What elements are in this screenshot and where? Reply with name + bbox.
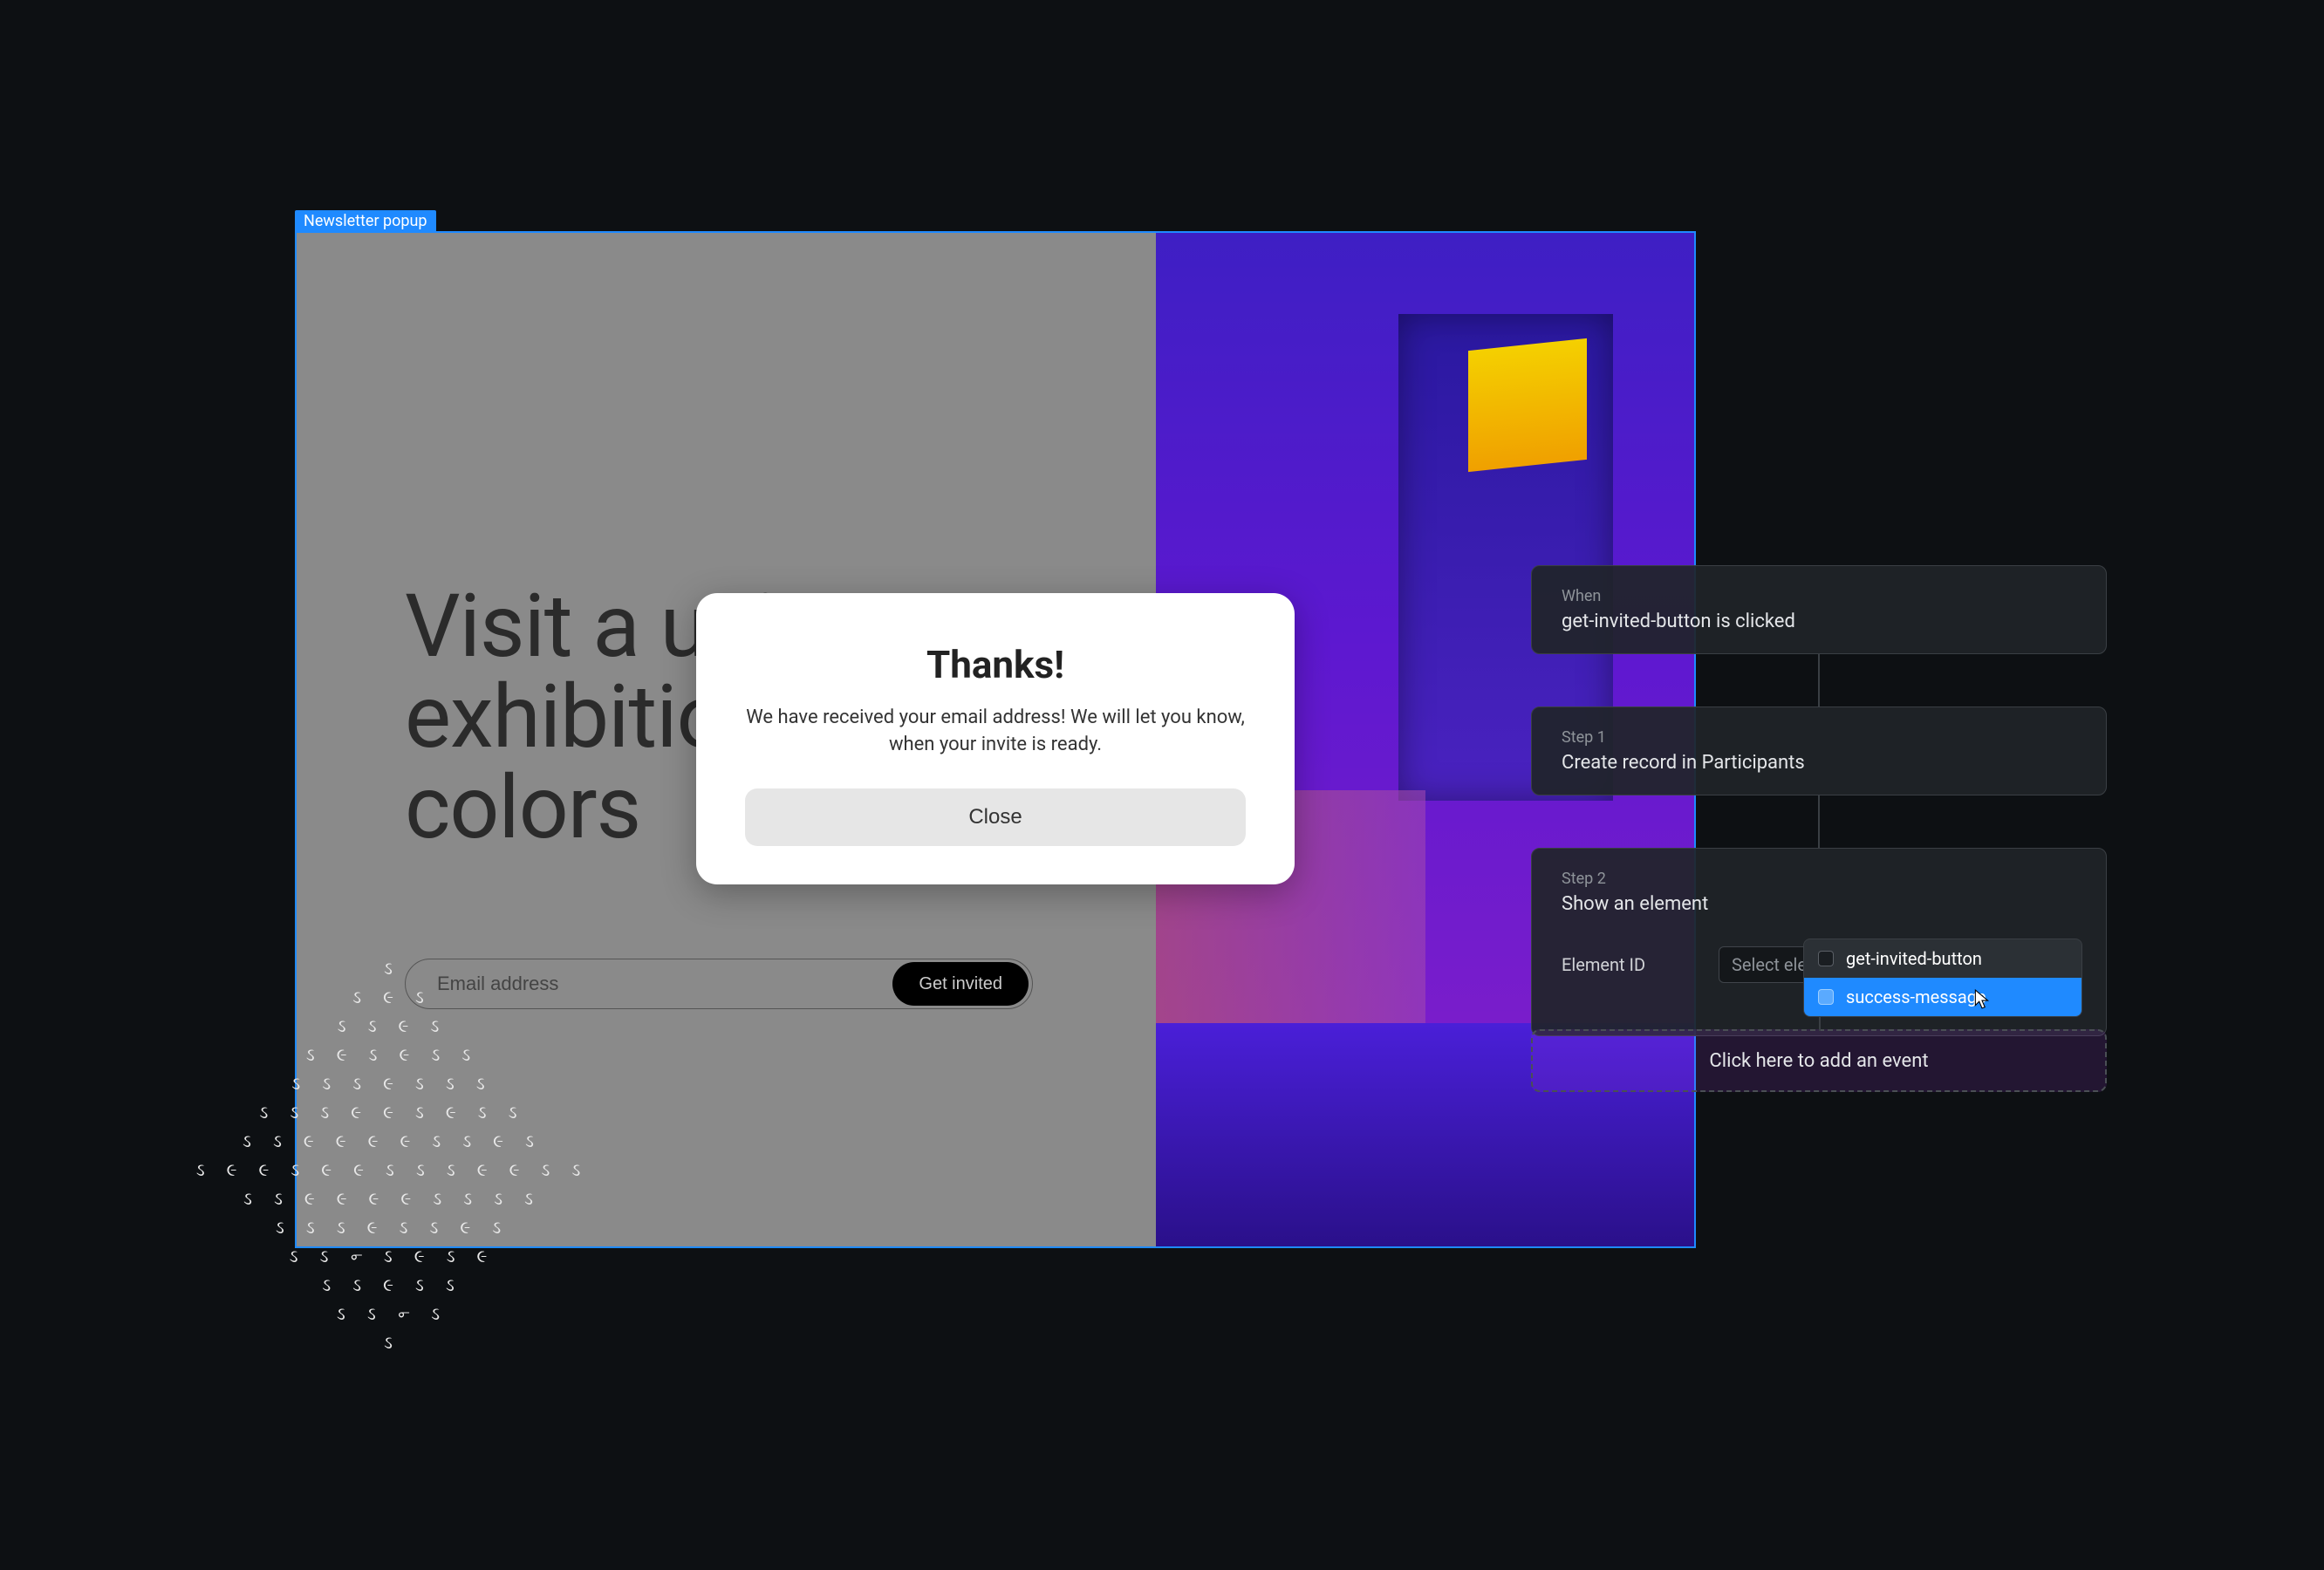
workflow-step-value: Show an element — [1562, 893, 2076, 915]
dropdown-option-label: get-invited-button — [1846, 948, 1982, 969]
cursor-icon — [1974, 989, 1990, 1010]
add-event-button[interactable]: Click here to add an event — [1531, 1029, 2107, 1092]
workflow-step-label: Step 2 — [1562, 870, 2076, 888]
dropdown-option-success-message[interactable]: success-message — [1804, 978, 2081, 1016]
email-input[interactable] — [437, 973, 892, 995]
checkbox-icon — [1818, 951, 1834, 966]
get-invited-button[interactable]: Get invited — [892, 962, 1029, 1006]
workflow-trigger-value: get-invited-button is clicked — [1562, 611, 2076, 632]
email-form: Get invited — [405, 959, 1033, 1009]
workflow-step-1-card[interactable]: Step 1 Create record in Participants — [1531, 706, 2107, 795]
close-button[interactable]: Close — [745, 788, 1246, 846]
selection-label: Newsletter popup — [295, 210, 436, 233]
workflow-step-label: Step 1 — [1562, 728, 2076, 747]
workflow-trigger-label: When — [1562, 587, 2076, 605]
element-id-label: Element ID — [1562, 954, 1684, 975]
workflow-connector — [1818, 654, 1820, 706]
dropdown-option-get-invited-button[interactable]: get-invited-button — [1804, 939, 2081, 978]
modal-title: Thanks! — [745, 642, 1246, 687]
element-id-dropdown: get-invited-button success-message — [1803, 939, 2082, 1017]
workflow-connector — [1818, 795, 1820, 848]
checkbox-icon — [1818, 989, 1834, 1005]
workflow-step-value: Create record in Participants — [1562, 752, 2076, 774]
workflow-trigger-card[interactable]: When get-invited-button is clicked — [1531, 565, 2107, 654]
dropdown-option-label: success-message — [1846, 986, 1986, 1007]
modal-body: We have received your email address! We … — [745, 705, 1246, 759]
success-message-modal: Thanks! We have received your email addr… — [696, 593, 1295, 884]
